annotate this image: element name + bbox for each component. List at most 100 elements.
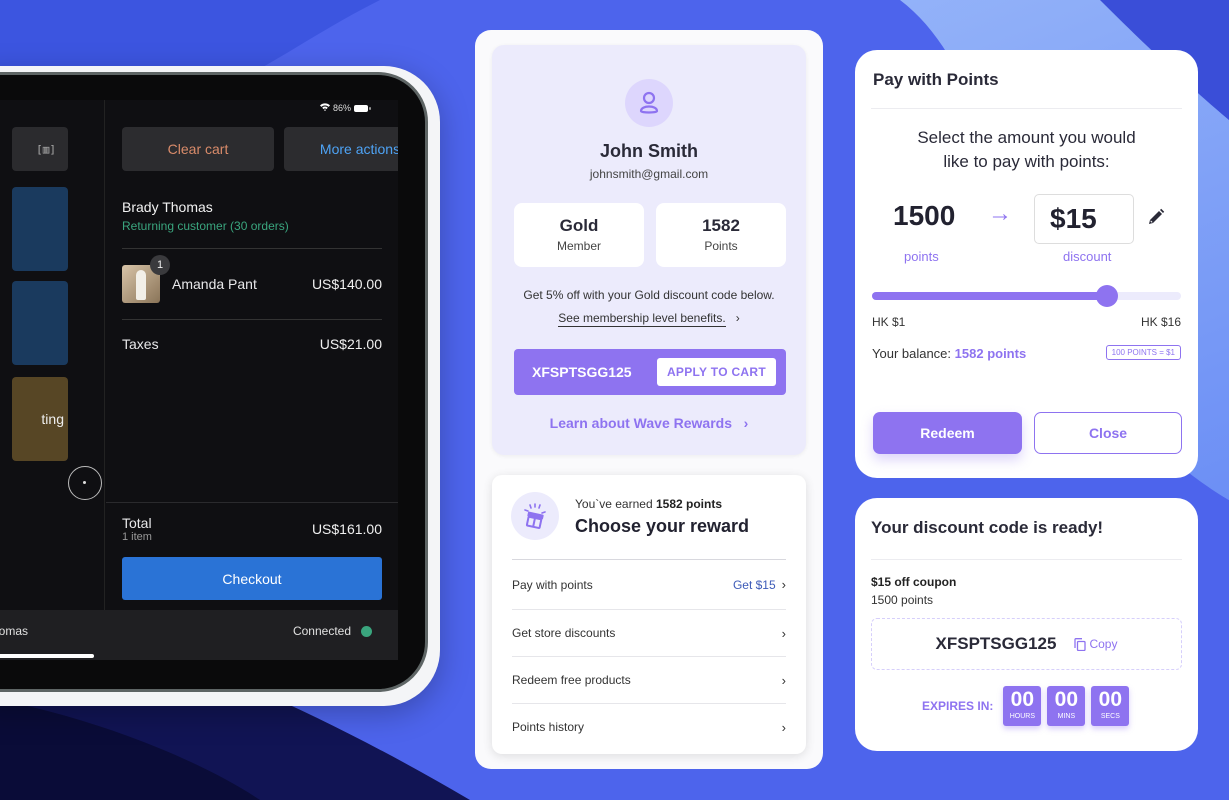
clear-cart-button[interactable]: Clear cart bbox=[122, 127, 274, 171]
apply-to-cart-button[interactable]: APPLY TO CART bbox=[656, 358, 776, 386]
points-amount: 1500 bbox=[893, 200, 956, 231]
benefit-text: Get 5% off with your Gold discount code … bbox=[523, 288, 775, 302]
expiry-countdown: EXPIRES IN: 00 HOURS 00 MINS 00 SECS bbox=[922, 686, 1130, 726]
earned-points: 1582 points bbox=[655, 497, 722, 511]
product-tile[interactable] bbox=[12, 187, 68, 271]
item-name: Amanda Pant bbox=[172, 276, 257, 292]
taxes-label: Taxes bbox=[122, 336, 159, 352]
barcode-scan-button[interactable]: [▥] bbox=[12, 127, 68, 171]
conversion-rate-badge: 100 POINTS = $1 bbox=[1105, 345, 1181, 360]
checkout-pane: Total 1 item US$161.00 Checkout bbox=[106, 502, 398, 610]
reward-list: Pay with points Get $15 › Get store disco… bbox=[512, 559, 786, 750]
countdown-value: 00 bbox=[1054, 688, 1079, 711]
home-indicator[interactable] bbox=[0, 654, 94, 658]
chevron-right-icon: › bbox=[735, 415, 749, 431]
pay-prompt: Select the amount you would like to pay … bbox=[855, 126, 1198, 174]
balance-label: Your balance: bbox=[872, 346, 952, 361]
coupon-points: 1500 points bbox=[871, 593, 934, 607]
total-label: Total bbox=[122, 515, 152, 531]
reward-label: Pay with points bbox=[512, 577, 593, 592]
discount-input[interactable]: $15 bbox=[1034, 194, 1134, 244]
tier-label: Member bbox=[556, 239, 601, 253]
reward-card: You`ve earned 1582 points Choose your re… bbox=[492, 475, 806, 754]
countdown-unit: MINS bbox=[1057, 713, 1076, 720]
reward-item-pay-with-points[interactable]: Pay with points Get $15 › bbox=[512, 559, 786, 609]
pencil-icon[interactable] bbox=[1147, 208, 1165, 231]
learn-rewards-link[interactable]: Learn about Wave Rewards › bbox=[492, 415, 806, 431]
pay-title: Pay with Points bbox=[873, 70, 999, 89]
connected-dot-icon bbox=[361, 625, 372, 637]
tier-stat: Gold Member bbox=[514, 203, 644, 267]
taxes-row: Taxes US$21.00 bbox=[122, 336, 382, 352]
code-box: XFSPTSGG125 Copy bbox=[871, 618, 1182, 670]
product-thumbnail: 1 bbox=[122, 255, 170, 303]
countdown-hours: 00 HOURS bbox=[1003, 686, 1042, 726]
slider-max-label: HK $16 bbox=[1140, 315, 1181, 329]
profile-email: johnsmith@gmail.com bbox=[589, 167, 709, 181]
gift-badge bbox=[511, 492, 559, 540]
divider bbox=[871, 559, 1182, 560]
pay-with-points-card: Pay with Points Select the amount you wo… bbox=[855, 50, 1198, 478]
product-tile[interactable]: ting bbox=[12, 377, 68, 461]
chevron-right-icon: › bbox=[781, 719, 786, 735]
earned-text: You`ve earned 1582 points bbox=[575, 497, 722, 511]
earned-prefix: You`ve earned bbox=[575, 497, 653, 511]
countdown-unit: HOURS bbox=[1009, 713, 1035, 720]
tier-value: Gold bbox=[559, 216, 599, 235]
tablet-device: 86% [▥] ting Clear cart More actions Bra… bbox=[0, 66, 440, 706]
profile-name: John Smith bbox=[600, 141, 698, 161]
chevron-right-icon: › bbox=[781, 577, 786, 592]
slider-thumb[interactable] bbox=[1095, 285, 1118, 307]
item-price: US$140.00 bbox=[311, 276, 382, 292]
code-ready-title: Your discount code is ready! bbox=[871, 518, 1104, 537]
staff-name: homas bbox=[0, 624, 29, 638]
reward-title: Choose your reward bbox=[575, 516, 750, 536]
prompt-line: Select the amount you would bbox=[917, 128, 1136, 147]
points-label: points bbox=[904, 249, 939, 264]
copy-label: Copy bbox=[1089, 637, 1118, 651]
copy-icon bbox=[1074, 637, 1087, 651]
quantity-badge: 1 bbox=[150, 255, 170, 275]
more-actions-button[interactable]: More actions bbox=[284, 127, 398, 171]
divider bbox=[871, 108, 1182, 109]
points-value: 1582 bbox=[702, 216, 740, 235]
reward-item-free-products[interactable]: Redeem free products › bbox=[512, 656, 786, 703]
gift-icon bbox=[524, 503, 546, 529]
reward-label: Points history bbox=[512, 720, 585, 734]
cart-line-item[interactable]: 1 Amanda Pant US$140.00 bbox=[122, 255, 382, 303]
slider-fill bbox=[872, 292, 1107, 300]
membership-benefits-link[interactable]: See membership level benefits. › bbox=[492, 311, 806, 327]
product-tile[interactable] bbox=[12, 281, 68, 365]
redeem-button[interactable]: Redeem bbox=[873, 412, 1022, 454]
reward-item-store-discounts[interactable]: Get store discounts › bbox=[512, 609, 786, 656]
total-row: Total 1 item US$161.00 bbox=[122, 515, 382, 543]
coupon-title: $15 off coupon bbox=[871, 575, 957, 589]
customer-info[interactable]: Brady Thomas Returning customer (30 orde… bbox=[122, 199, 289, 233]
points-label: Points bbox=[704, 239, 738, 253]
points-stat: 1582 Points bbox=[656, 203, 786, 267]
reward-item-points-history[interactable]: Points history › bbox=[512, 703, 786, 750]
tile-label: ting bbox=[41, 411, 64, 427]
balance-text: Your balance: 1582 points bbox=[872, 346, 1026, 361]
chevron-right-icon: › bbox=[781, 672, 786, 688]
prompt-line: like to pay with points: bbox=[943, 152, 1110, 171]
chevron-right-icon: › bbox=[781, 625, 786, 641]
assistive-touch-button[interactable] bbox=[68, 466, 102, 500]
close-button[interactable]: Close bbox=[1034, 412, 1182, 454]
points-slider[interactable] bbox=[872, 285, 1181, 307]
discount-code: XFSPTSGG125 bbox=[532, 364, 632, 380]
benefit-link-label: See membership level benefits. bbox=[558, 311, 726, 327]
countdown-value: 00 bbox=[1098, 688, 1123, 711]
divider bbox=[122, 319, 382, 320]
chevron-right-icon: › bbox=[729, 311, 740, 325]
expires-label: EXPIRES IN: bbox=[922, 699, 994, 713]
user-icon bbox=[639, 91, 659, 114]
countdown-unit: SECS bbox=[1100, 713, 1120, 720]
slider-min-label: HK $1 bbox=[872, 315, 906, 329]
balance-value: 1582 points bbox=[954, 346, 1027, 361]
coupon-code: XFSPTSGG125 bbox=[935, 634, 1057, 653]
loyalty-panel: John Smith johnsmith@gmail.com Gold Memb… bbox=[475, 30, 823, 769]
checkout-button[interactable]: Checkout bbox=[122, 557, 382, 600]
reward-label: Redeem free products bbox=[512, 673, 631, 687]
copy-button[interactable]: Copy bbox=[1074, 637, 1117, 651]
